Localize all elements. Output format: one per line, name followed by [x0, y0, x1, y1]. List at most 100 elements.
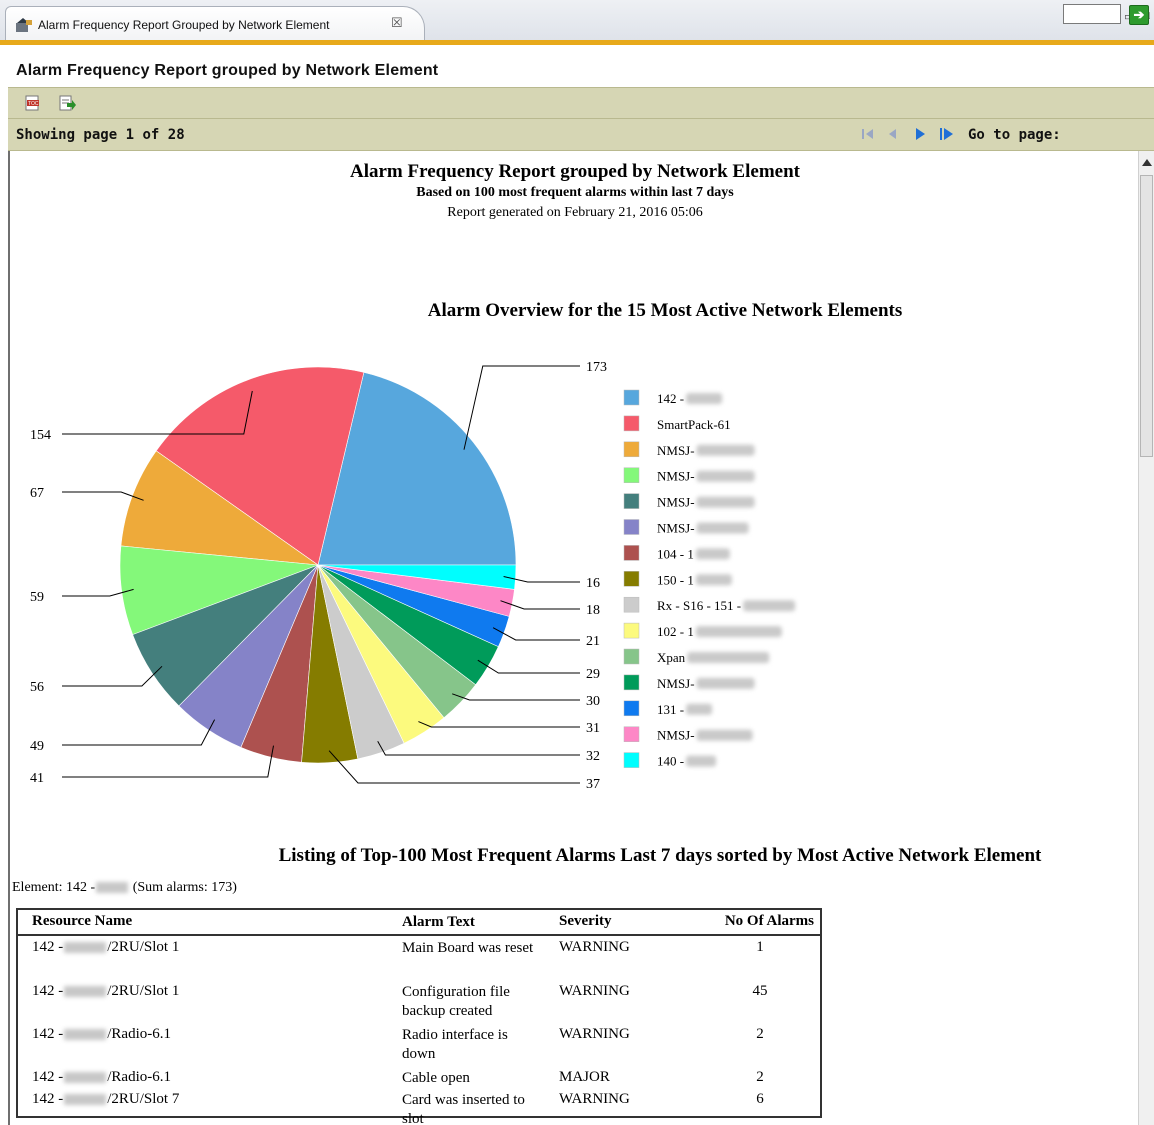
- redacted-text: [695, 548, 730, 560]
- severity: WARNING: [559, 1026, 630, 1042]
- table-row: 142 - /2RU/Slot 1 Configuration file backu…: [18, 980, 820, 1023]
- leader-line: [463, 365, 580, 450]
- close-tab-icon[interactable]: ☒: [391, 15, 403, 31]
- element-name: Element: 142 -: [12, 880, 96, 895]
- editor-tab-strip: Alarm Frequency Report Grouped by Networ…: [0, 0, 1154, 41]
- active-tab-accent: [0, 40, 1154, 45]
- redacted-text: [696, 496, 755, 508]
- report-subtitle: Based on 100 most frequent alarms within…: [416, 185, 734, 200]
- alarm-text: Card was inserted to slot: [402, 1092, 525, 1125]
- redacted-text: [64, 986, 107, 998]
- leader-line: [62, 719, 216, 746]
- legend-swatch: [623, 389, 640, 406]
- resource-name: 142 - /2RU/Slot 1: [32, 983, 402, 1000]
- report-generated-date: Report generated on February 21, 2016 05…: [447, 205, 703, 220]
- leader-line: [492, 627, 580, 641]
- go-arrow-icon: ➔: [1133, 7, 1145, 22]
- scroll-thumb[interactable]: [1140, 175, 1153, 457]
- redacted-text: [696, 522, 749, 534]
- next-page-icon[interactable]: [911, 126, 929, 142]
- scroll-up-icon[interactable]: [1142, 159, 1152, 166]
- alarm-text: Radio interface is down: [402, 1027, 508, 1062]
- redacted-text: [695, 574, 732, 586]
- current-page: 1: [125, 127, 135, 143]
- resource-prefix: 142 -: [32, 1026, 64, 1042]
- table-header: Resource Name Alarm Text Severity No Of …: [18, 910, 820, 936]
- go-button[interactable]: ➔: [1129, 5, 1149, 25]
- data-label: 32: [586, 749, 600, 764]
- go-to-page-input[interactable]: [1063, 4, 1121, 24]
- pie-slice: [119, 545, 319, 636]
- legend-swatch: [623, 441, 640, 458]
- data-label: 56: [30, 680, 44, 695]
- leader-line: [500, 600, 580, 610]
- data-label: 154: [30, 428, 51, 443]
- export-icon[interactable]: [58, 94, 76, 112]
- pie-slice: [301, 564, 359, 764]
- legend-swatch: [623, 596, 640, 613]
- redacted-text: [96, 882, 129, 894]
- pie-slice: [317, 564, 517, 590]
- leader-line: [503, 576, 580, 583]
- previous-page-icon[interactable]: [883, 126, 901, 142]
- legend-label: SmartPack-61: [657, 417, 731, 432]
- legend-swatch: [623, 648, 640, 665]
- redacted-text: [686, 393, 723, 404]
- legend-swatch: [623, 752, 640, 768]
- legend-label: Rx - S16 - 151 -: [657, 598, 741, 613]
- alarm-text: Main Board was reset: [402, 940, 534, 956]
- leader-line: [328, 750, 580, 784]
- pie-slice: [317, 564, 499, 686]
- legend-swatch: [623, 674, 640, 691]
- legend-label: 131 -: [657, 702, 684, 717]
- legend-swatch: [623, 726, 640, 742]
- data-label: 29: [586, 667, 600, 682]
- tab-label: Alarm Frequency Report Grouped by Networ…: [38, 18, 330, 32]
- resource-suffix: /2RU/Slot 1: [107, 983, 180, 999]
- table-row: 142 - /Radio-6.1 Radio interface is down WA…: [18, 1023, 820, 1066]
- report-tab[interactable]: Alarm Frequency Report Grouped by Networ…: [5, 6, 425, 41]
- last-page-icon[interactable]: [937, 126, 955, 142]
- legend-label: 142 -: [657, 391, 684, 406]
- listing-title: Listing of Top-100 Most Frequent Alarms …: [278, 845, 1042, 866]
- col-no-of-alarms: No Of Alarms: [724, 913, 814, 929]
- redacted-text: [686, 755, 717, 767]
- leader-line: [477, 659, 580, 674]
- pie-slice: [120, 450, 320, 566]
- legend-label: 150 - 1: [657, 572, 694, 587]
- data-label: 18: [586, 603, 600, 618]
- element-sum: (Sum alarms: 173): [132, 880, 237, 895]
- redacted-text: [696, 470, 755, 482]
- redacted-text: [686, 703, 713, 715]
- redacted-text: [64, 1094, 107, 1106]
- leader-line: [418, 721, 580, 728]
- severity: WARNING: [559, 983, 630, 999]
- toc-icon[interactable]: TOC: [24, 94, 42, 112]
- data-label: 49: [30, 739, 44, 754]
- legend-label: 104 - 1: [657, 546, 694, 561]
- report-content: Alarm Frequency Report grouped by Networ…: [8, 151, 1140, 1125]
- col-resource-name: Resource Name: [32, 913, 133, 929]
- legend-label: Xpan: [657, 650, 686, 665]
- go-to-page-label: Go to page:: [968, 127, 1061, 143]
- pie-slice: [317, 564, 477, 719]
- pie-slice: [317, 564, 445, 744]
- alarm-count: 2: [756, 1026, 764, 1042]
- leader-line: [62, 665, 163, 687]
- report-icon: [16, 18, 32, 32]
- severity: MAJOR: [559, 1069, 610, 1085]
- total-pages: 28: [167, 127, 185, 143]
- first-page-icon[interactable]: [859, 126, 877, 142]
- pie-slice: [178, 564, 319, 748]
- report-toolbar: TOC: [8, 87, 1154, 119]
- legend-label: 102 - 1: [657, 624, 694, 639]
- pie-slice: [317, 564, 405, 760]
- alarm-count: 45: [752, 983, 768, 999]
- data-label: 173: [586, 360, 607, 375]
- vertical-scrollbar[interactable]: [1138, 151, 1154, 1125]
- data-label: 16: [586, 576, 600, 591]
- redacted-text: [64, 1072, 107, 1084]
- of-label: of: [142, 127, 160, 143]
- pie-slice: [155, 366, 365, 566]
- leader-line: [62, 491, 144, 501]
